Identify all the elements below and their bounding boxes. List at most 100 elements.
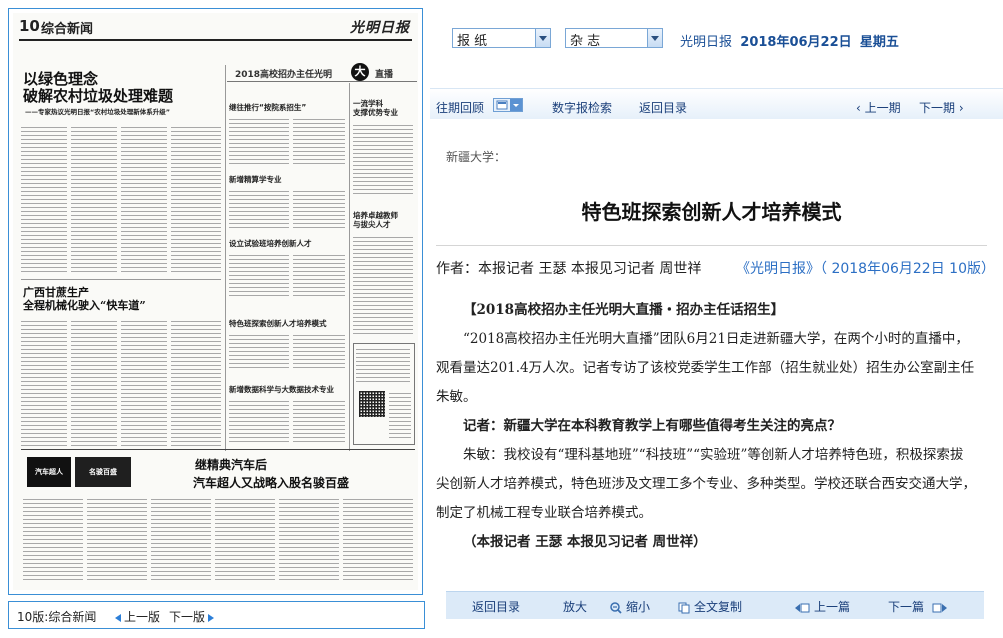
article-text-block: [293, 117, 345, 165]
article-text-block: [215, 497, 275, 583]
prev-issue-link[interactable]: ‹ 上一期: [856, 99, 901, 116]
newspaper-select[interactable]: 报 纸: [452, 28, 551, 49]
article-text-block: [293, 333, 345, 371]
side-headline[interactable]: 新增数据科学与大数据技术专业: [229, 385, 334, 394]
column-divider: [349, 83, 350, 451]
ad-title-line2[interactable]: 汽车超人又战略入股名骏百盛: [193, 476, 349, 491]
ad-title-line1[interactable]: 继精典汽车后: [195, 458, 267, 473]
banner-da-badge: 大: [351, 63, 369, 81]
next-article-icon: [932, 603, 947, 612]
article-text-block: [171, 319, 221, 447]
prev-page-button[interactable]: 上一版: [115, 608, 160, 625]
prev-article-icon: [795, 603, 810, 612]
article-text-block: [293, 189, 345, 229]
newspaper-page-image[interactable]: 10 综合新闻 光明日报 以绿色理念 破解农村垃圾处理难题 ——专家热议光明日报…: [13, 13, 418, 590]
article-title: 特色班探索创新人才培养模式: [581, 200, 842, 224]
article-body: 【2018高校招办主任光明大直播・招办主任话招生】 “2018高校招办主任光明大…: [436, 296, 976, 557]
current-page-label: 10版:综合新闻: [17, 610, 97, 624]
main-headline[interactable]: 以绿色理念 破解农村垃圾处理难题: [23, 70, 173, 106]
article-text-block: [293, 399, 345, 445]
arrow-right-icon: [208, 613, 215, 622]
magnifier-minus-icon: [610, 601, 622, 614]
next-page-button[interactable]: 下一版: [169, 608, 215, 625]
main-subheadline: ——专家热议光明日报“农村垃圾处理新体系升级”: [25, 108, 171, 116]
past-review-link[interactable]: 往期回顾: [436, 99, 484, 116]
live-banner: 2018高校招办主任光明 大 直播: [227, 63, 417, 82]
paper-info: 光明日报 2018年06月22日 星期五: [680, 31, 899, 50]
chevron-down-icon: [535, 29, 550, 47]
bottom-back-to-index-link[interactable]: 返回目录: [472, 598, 520, 615]
article-text-block: [229, 189, 289, 229]
article-text-block: [293, 253, 345, 297]
side-headline-current[interactable]: 特色班探索创新人才培养模式: [229, 319, 327, 328]
copy-all-label: 全文复制: [694, 600, 743, 614]
copy-all-button[interactable]: 全文复制: [678, 598, 742, 615]
article-text-block: [21, 125, 67, 275]
page-header: 10 综合新闻 光明日报: [19, 17, 412, 41]
article-text-block: [229, 399, 289, 445]
article-text-block: [353, 123, 413, 195]
prev-article-label: 上一篇: [814, 600, 851, 614]
copy-icon: [678, 602, 690, 613]
back-to-index-link[interactable]: 返回目录: [639, 99, 687, 116]
article-text-block: [229, 253, 289, 297]
article-paragraph: 【2018高校招办主任光明大直播・招办主任话招生】: [463, 302, 785, 318]
digital-search-link[interactable]: 数字报检索: [552, 99, 612, 116]
next-article-button[interactable]: 下一篇: [888, 598, 952, 615]
masthead-logo: 光明日报: [350, 20, 410, 36]
article-text-block: [121, 319, 167, 447]
article-paragraph: （本报记者 王瑟 本报见习记者 周世祥）: [463, 534, 707, 550]
article-text-block: [279, 497, 339, 583]
prev-article-button[interactable]: 上一篇: [794, 598, 850, 615]
chevron-down-icon: [647, 29, 662, 47]
article-source: 《光明日报》（ 2018年06月22日 10版）: [736, 261, 995, 277]
article-pretitle: 新疆大学：: [446, 150, 507, 164]
article-text-block: [229, 333, 289, 371]
ad-logo-qichechaoren: 汽车超人: [27, 457, 71, 487]
side-headline[interactable]: 一流学科 支撑优势专业: [353, 99, 398, 117]
article-action-bar: 返回目录 放大 缩小 全文复制 上一篇 下一篇: [446, 591, 984, 619]
article-text-block: [229, 117, 289, 165]
newspaper-page-frame: 10 综合新闻 光明日报 以绿色理念 破解农村垃圾处理难题 ——专家热议光明日报…: [8, 8, 423, 595]
side-headline[interactable]: 继往推行“按院系招生”: [229, 103, 306, 112]
article-paragraph: “2018高校招办主任光明大直播”团队6月21日走进新疆大学，在两个小时的直播中…: [436, 331, 975, 405]
second-headline[interactable]: 广西甘蔗生产 全程机械化驶入“快车道”: [23, 286, 146, 312]
article-text-block: [171, 125, 221, 275]
zoom-in-button[interactable]: 放大: [563, 598, 587, 615]
next-article-label: 下一篇: [888, 600, 925, 614]
zoom-out-label: 缩小: [626, 600, 651, 614]
next-issue-link[interactable]: 下一期 ›: [919, 99, 964, 116]
article-text-block: [87, 497, 147, 583]
article-paragraph: 记者：新疆大学在本科教育教学上有哪些值得考生关注的亮点？: [463, 418, 841, 434]
article-text-block: [21, 319, 67, 447]
article-text-block: [121, 125, 167, 275]
magazine-select[interactable]: 杂 志: [565, 28, 663, 49]
article-panel: 新疆大学： 特色班探索创新人才培养模式 作者：本报记者 王瑟 本报见习记者 周世…: [436, 118, 995, 588]
side-headline[interactable]: 新增精算学专业: [229, 175, 282, 184]
article-text-block: [71, 319, 117, 447]
calendar-dropdown-icon[interactable]: [493, 98, 523, 112]
prev-issue-label: 上一期: [864, 101, 901, 115]
article-text-block: [151, 497, 211, 583]
arrow-left-icon: [115, 613, 121, 622]
article-paragraph: 朱敏：我校设有“理科基地班”“科技班”“实验班”等创新人才培养特色班，积极探索拔…: [436, 447, 976, 521]
prev-page-label: 上一版: [124, 610, 161, 624]
magazine-select-value: 杂 志: [570, 34, 601, 49]
zoom-out-button[interactable]: 缩小: [610, 598, 650, 615]
banner-title: 2018高校招办主任光明: [235, 70, 333, 80]
side-headline[interactable]: 设立试验班培养创新人才: [229, 239, 312, 248]
chevron-right-icon: ›: [955, 101, 964, 115]
paper-weekday: 星期五: [859, 35, 899, 50]
column-divider: [225, 65, 226, 451]
newspaper-select-value: 报 纸: [457, 34, 488, 49]
next-issue-label: 下一期: [919, 101, 956, 115]
article-text-block: [356, 347, 410, 383]
side-headline[interactable]: 培养卓越教师 与拔尖人才: [353, 211, 398, 229]
article-text-block: [353, 235, 413, 335]
paper-date: 2018年06月22日: [740, 35, 852, 50]
article-text-block: [343, 497, 413, 583]
article-text-block: [23, 497, 83, 583]
page-nav-bar: 10版:综合新闻 上一版 下一版: [8, 601, 425, 629]
page-section: 综合新闻: [41, 22, 94, 37]
ad-logo-mingjun: 名骏百盛: [75, 457, 131, 487]
